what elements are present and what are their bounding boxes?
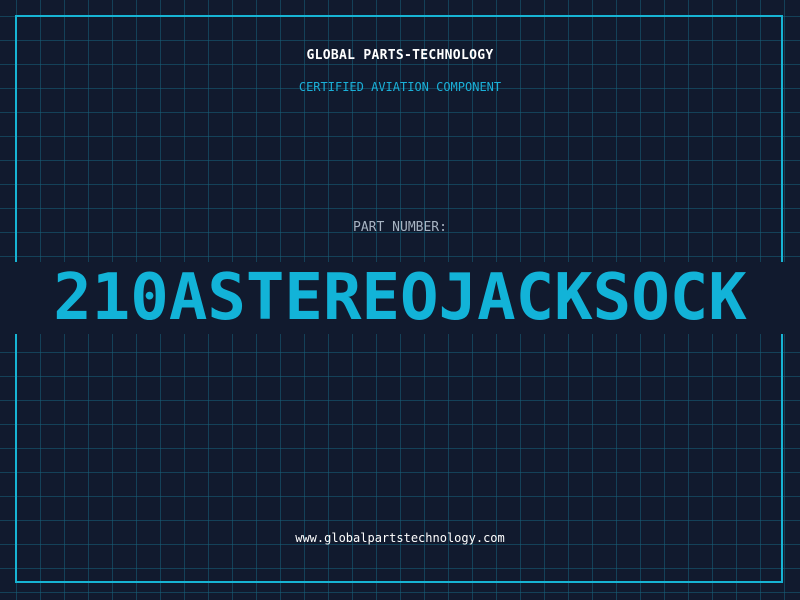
label-card: GLOBAL PARTS-TECHNOLOGY CERTIFIED AVIATI…: [0, 0, 800, 600]
part-number-label: PART NUMBER:: [353, 220, 447, 235]
website-url: www.globalpartstechnology.com: [295, 531, 505, 545]
part-number-band: 210ASTEREOJACKSOCK: [0, 262, 800, 334]
part-number-value: 210ASTEREOJACKSOCK: [53, 262, 747, 334]
company-name: GLOBAL PARTS-TECHNOLOGY: [306, 48, 494, 63]
certification-tagline: CERTIFIED AVIATION COMPONENT: [298, 80, 502, 94]
